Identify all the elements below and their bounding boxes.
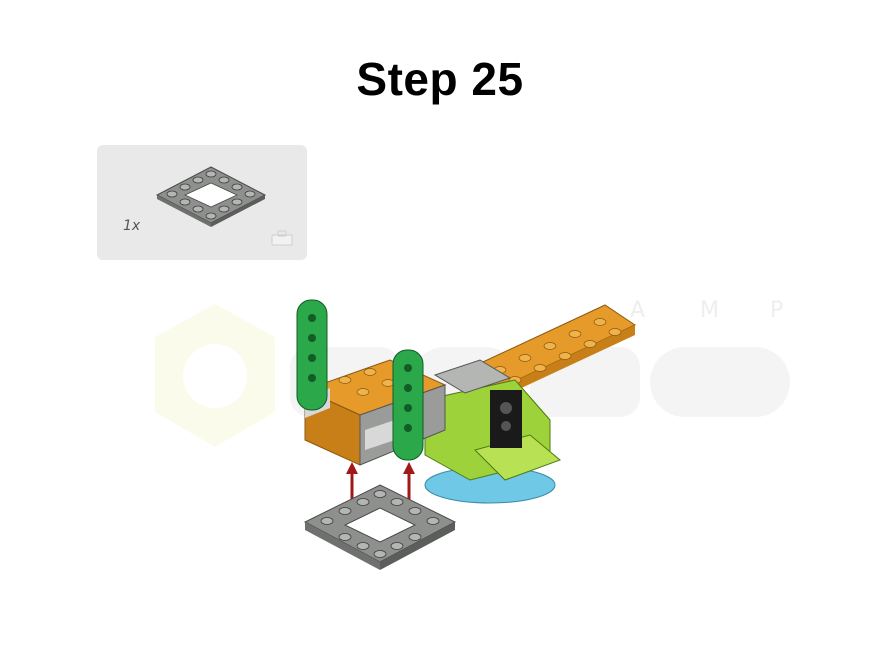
grey-square-plate-icon — [155, 166, 267, 227]
lego-model-illustration — [296, 299, 637, 570]
svg-text:P: P — [770, 298, 783, 323]
part-count: 1x — [123, 218, 141, 234]
step-title: Step 25 — [356, 53, 524, 105]
parts-panel: 1x — [97, 145, 307, 260]
toolbox-icon — [271, 230, 293, 246]
svg-text:M: M — [700, 298, 719, 323]
